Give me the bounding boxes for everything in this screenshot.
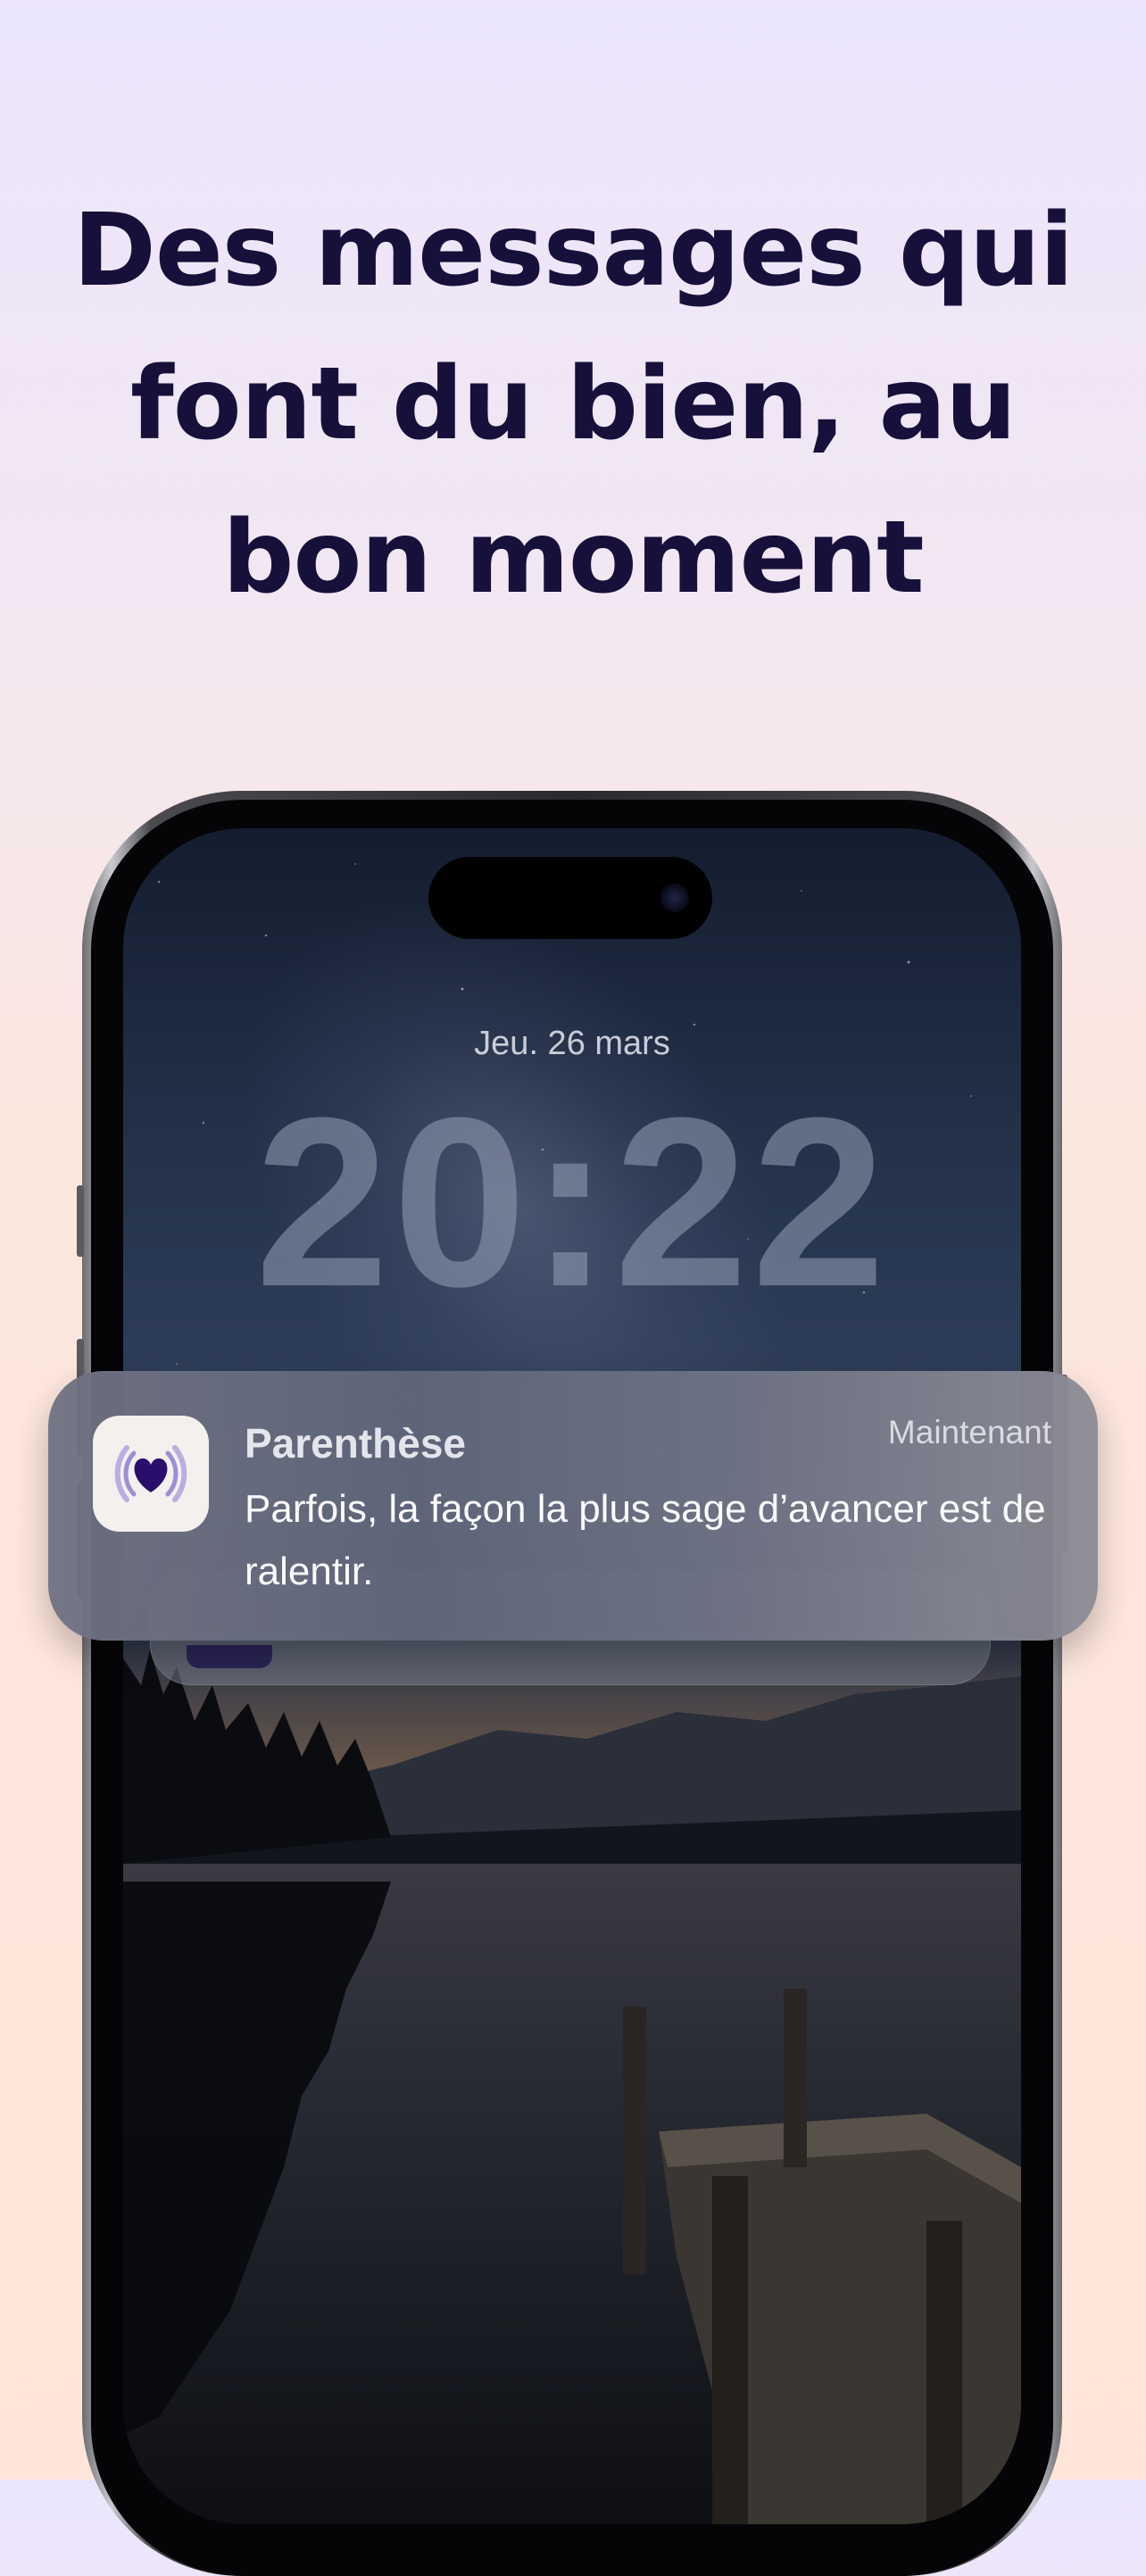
action-button bbox=[77, 1185, 84, 1257]
dynamic-island bbox=[428, 857, 712, 939]
headline: Des messages qui font du bien, au bon mo… bbox=[72, 193, 1074, 616]
lake-landscape bbox=[123, 1632, 1021, 2524]
lock-screen-time: 20:22 bbox=[254, 1068, 890, 1337]
notification-timestamp: Maintenant bbox=[887, 1414, 1051, 1450]
camera-icon bbox=[660, 884, 689, 912]
app-icon bbox=[93, 1416, 209, 1532]
notification-app-name: Parenthèse bbox=[245, 1420, 467, 1467]
notification-message: Parfois, la façon la plus sage d’avancer… bbox=[245, 1487, 1046, 1593]
lock-screen-date: Jeu. 26 mars bbox=[474, 1025, 670, 1062]
heart-icon bbox=[114, 1445, 187, 1502]
notification-banner[interactable]: Parenthèse Maintenant Parfois, la façon … bbox=[48, 1371, 1098, 1641]
